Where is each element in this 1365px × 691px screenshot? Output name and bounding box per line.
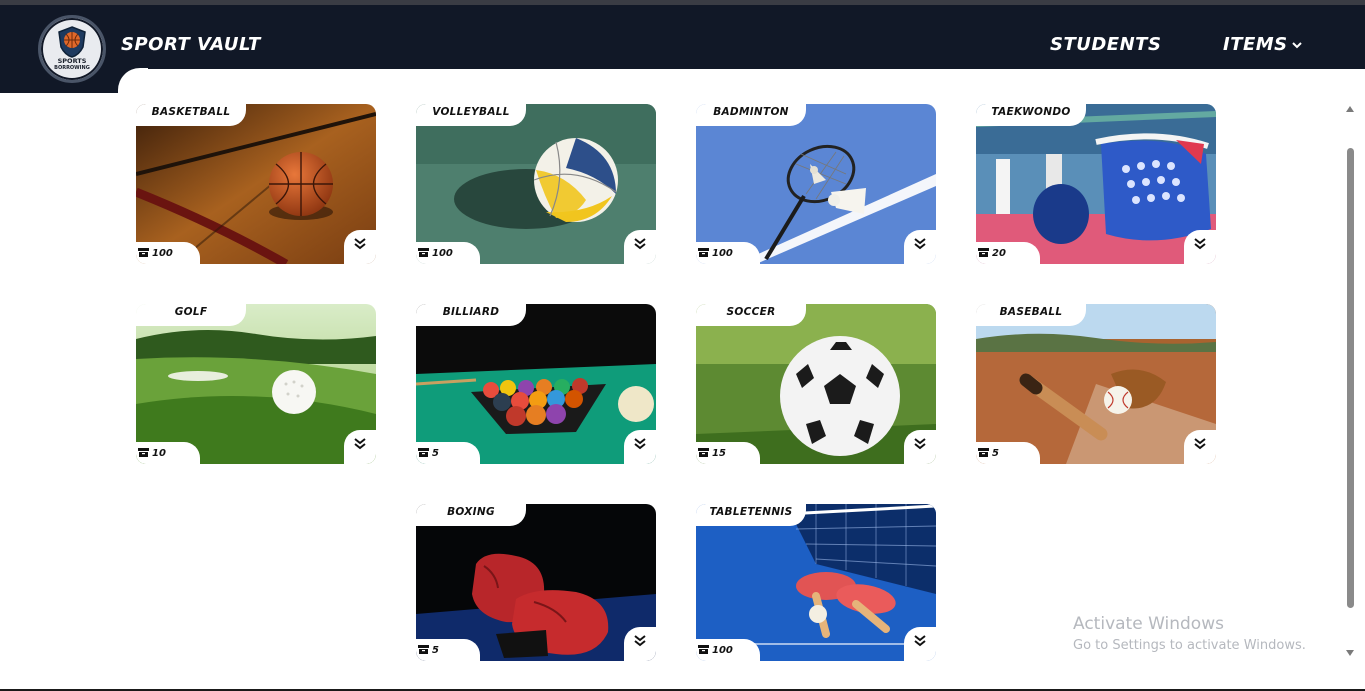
baseball-photo	[976, 304, 1216, 464]
scroll-up-arrow-icon[interactable]	[1346, 106, 1354, 112]
archive-box-icon	[418, 645, 429, 654]
volleyball-photo	[416, 104, 656, 264]
nav-students[interactable]: STUDENTS	[1050, 34, 1161, 55]
scrollbar-thumb[interactable]	[1347, 148, 1354, 608]
card-label: BASEBALL	[976, 304, 1086, 326]
card-count: 20	[976, 242, 1040, 264]
archive-box-icon	[698, 645, 709, 654]
expand-button[interactable]	[624, 627, 656, 661]
archive-box-icon	[978, 448, 989, 457]
expand-button[interactable]	[904, 627, 936, 661]
logo-text: SPORTS BORROWING	[54, 57, 90, 72]
item-card-baseball[interactable]: BASEBALL 5	[976, 304, 1216, 464]
double-chevron-down-icon	[354, 438, 366, 450]
double-chevron-down-icon	[914, 438, 926, 450]
expand-button[interactable]	[344, 430, 376, 464]
card-count: 100	[416, 242, 480, 264]
card-count: 100	[136, 242, 200, 264]
badminton-photo	[696, 104, 936, 264]
item-card-tabletennis[interactable]: TABLETENNIS 100	[696, 504, 936, 661]
expand-button[interactable]	[344, 230, 376, 264]
double-chevron-down-icon	[1194, 238, 1206, 250]
card-count: 5	[416, 442, 480, 464]
chevron-down-icon	[1291, 42, 1302, 49]
soccer-photo	[696, 304, 936, 464]
expand-button[interactable]	[1184, 230, 1216, 264]
card-label: TABLETENNIS	[696, 504, 806, 526]
card-count: 100	[696, 639, 760, 661]
logo[interactable]: SPORTS BORROWING	[38, 15, 106, 83]
item-card-basketball[interactable]: BASKETBALL 100	[136, 104, 376, 264]
double-chevron-down-icon	[1194, 438, 1206, 450]
card-label: BASKETBALL	[136, 104, 246, 126]
archive-box-icon	[418, 248, 429, 257]
taekwondo-photo	[976, 104, 1216, 264]
billiard-photo	[416, 304, 656, 464]
basketball-photo	[136, 104, 376, 264]
double-chevron-down-icon	[634, 635, 646, 647]
archive-box-icon	[978, 248, 989, 257]
watermark-title: Activate Windows	[1073, 614, 1224, 634]
card-count: 100	[696, 242, 760, 264]
item-card-taekwondo[interactable]: TAEKWONDO 20	[976, 104, 1216, 264]
archive-box-icon	[138, 448, 149, 457]
double-chevron-down-icon	[634, 238, 646, 250]
card-count: 10	[136, 442, 200, 464]
expand-button[interactable]	[624, 230, 656, 264]
tabletennis-photo	[696, 504, 936, 661]
card-count: 15	[696, 442, 760, 464]
archive-box-icon	[698, 248, 709, 257]
expand-button[interactable]	[904, 230, 936, 264]
item-card-badminton[interactable]: BADMINTON 100	[696, 104, 936, 264]
watermark-subtitle: Go to Settings to activate Windows.	[1073, 638, 1306, 653]
nav-items-dropdown[interactable]: ITEMS	[1223, 34, 1302, 55]
double-chevron-down-icon	[354, 238, 366, 250]
boxing-photo	[416, 504, 656, 661]
card-label: GOLF	[136, 304, 246, 326]
card-label: TAEKWONDO	[976, 104, 1086, 126]
expand-button[interactable]	[904, 430, 936, 464]
card-label: SOCCER	[696, 304, 806, 326]
item-card-billiard[interactable]: BILLIARD 5	[416, 304, 656, 464]
expand-button[interactable]	[1184, 430, 1216, 464]
archive-box-icon	[698, 448, 709, 457]
card-label: BOXING	[416, 504, 526, 526]
card-label: BADMINTON	[696, 104, 806, 126]
double-chevron-down-icon	[634, 438, 646, 450]
shield-basketball-icon	[58, 26, 86, 58]
double-chevron-down-icon	[914, 635, 926, 647]
archive-box-icon	[138, 248, 149, 257]
archive-box-icon	[418, 448, 429, 457]
double-chevron-down-icon	[914, 238, 926, 250]
card-label: BILLIARD	[416, 304, 526, 326]
item-card-golf[interactable]: GOLF 10	[136, 304, 376, 464]
expand-button[interactable]	[624, 430, 656, 464]
item-card-soccer[interactable]: SOCCER 15	[696, 304, 936, 464]
card-count: 5	[416, 639, 480, 661]
activate-windows-watermark: Activate Windows Go to Settings to activ…	[1073, 614, 1306, 655]
brand-title: SPORT VAULT	[121, 34, 261, 55]
item-card-boxing[interactable]: BOXING 5	[416, 504, 656, 661]
item-card-volleyball[interactable]: VOLLEYBALL 100	[416, 104, 656, 264]
card-label: VOLLEYBALL	[416, 104, 526, 126]
golf-photo	[136, 304, 376, 464]
scroll-down-arrow-icon[interactable]	[1346, 650, 1354, 656]
card-count: 5	[976, 442, 1040, 464]
